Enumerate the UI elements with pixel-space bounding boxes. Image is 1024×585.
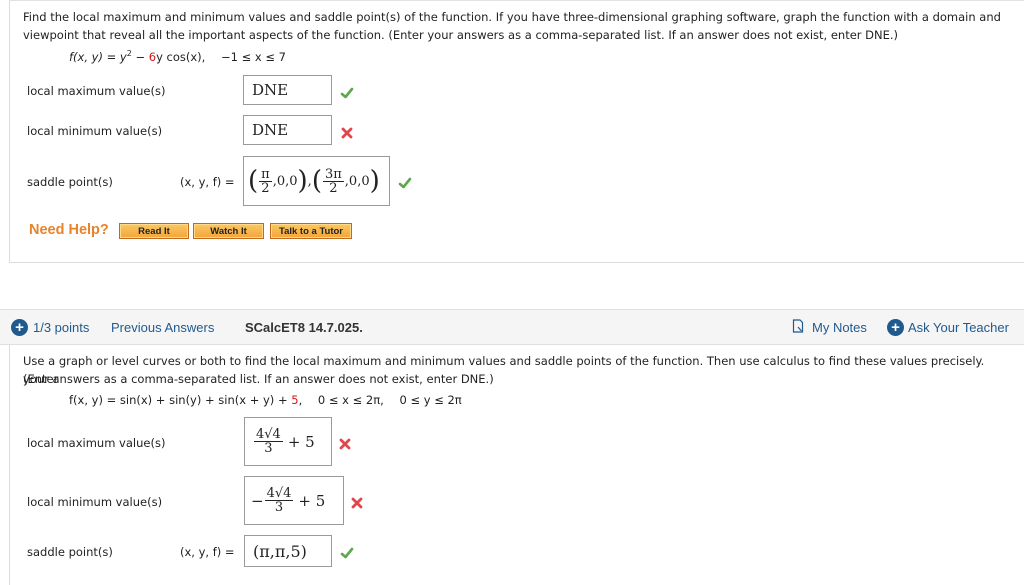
- paren: (: [311, 166, 322, 196]
- cross-icon: [340, 126, 354, 140]
- check-icon: [340, 546, 354, 560]
- q2-prompt-line2: your answers as a comma-separated list. …: [23, 372, 494, 386]
- q1-formula: f(x, y) = y2 − 6y cos(x), −1 ≤ x ≤ 7: [69, 49, 286, 64]
- tail: ,0,0: [272, 173, 298, 189]
- neg-sign: −: [251, 491, 264, 510]
- q2-saddle-input[interactable]: (π,π,5): [244, 535, 332, 567]
- read-it-button[interactable]: Read It: [119, 223, 189, 239]
- check-icon: [398, 176, 412, 190]
- cross-icon: [350, 496, 364, 510]
- talk-to-tutor-button[interactable]: Talk to a Tutor: [270, 223, 352, 239]
- question-2-header: + 1/3 points Previous Answers SCalcET8 1…: [0, 309, 1024, 345]
- q1-formula-lhs: f(x, y) = y: [69, 49, 127, 64]
- q1-formula-coef: 6: [148, 49, 157, 64]
- q1-prompt-line2: viewpoint that reveal all the important …: [23, 28, 899, 42]
- tail: ,0,0: [344, 173, 370, 189]
- frac-num: 4√4: [254, 427, 283, 442]
- question-code: SCalcET8 14.7.025.: [245, 320, 363, 335]
- frac-num: 3π: [322, 166, 344, 182]
- q1-saddle-label: saddle point(s): [27, 175, 113, 189]
- my-notes-link[interactable]: My Notes: [812, 320, 867, 335]
- frac-den: 2: [329, 180, 338, 196]
- q1-formula-rest: y cos(x),: [156, 49, 206, 64]
- q2-local-max-input[interactable]: 4√4 3 + 5: [244, 417, 332, 466]
- paren: ): [297, 166, 308, 196]
- q2-formula-dy: 0 ≤ y ≤ 2π: [399, 393, 462, 407]
- frac-den: 3: [264, 441, 273, 456]
- q2-formula-lhs: f(x, y) = sin(x) + sin(y) + sin(x + y) +: [69, 393, 292, 407]
- frac-den: 2: [261, 180, 270, 196]
- fraction: π2: [259, 168, 272, 195]
- q1-formula-minus: −: [131, 49, 149, 64]
- q1-local-max-input[interactable]: DNE: [243, 75, 332, 105]
- q1-local-min-input[interactable]: DNE: [243, 115, 332, 145]
- ask-teacher-plus-icon[interactable]: +: [887, 319, 904, 336]
- points-label: 1/3 points: [33, 320, 90, 335]
- q2-local-min-label: local minimum value(s): [27, 495, 163, 509]
- need-help-label: Need Help?: [29, 222, 109, 238]
- cross-icon: [338, 437, 352, 451]
- watch-it-button[interactable]: Watch It: [193, 223, 264, 239]
- plus-term: + 5: [287, 432, 315, 451]
- q1-local-min-label: local minimum value(s): [27, 124, 163, 138]
- fraction: 4√4 3: [264, 486, 294, 515]
- check-icon: [340, 86, 354, 100]
- q2-formula-dx: 0 ≤ x ≤ 2π,: [317, 393, 384, 407]
- paren: (: [248, 166, 259, 196]
- ask-your-teacher-link[interactable]: Ask Your Teacher: [908, 320, 1009, 335]
- fraction: 3π 2: [322, 166, 344, 196]
- paren: ): [369, 166, 380, 196]
- expand-plus-icon[interactable]: +: [11, 319, 28, 336]
- previous-answers-link[interactable]: Previous Answers: [111, 320, 214, 335]
- plus-term: + 5: [298, 491, 326, 510]
- frac-num: 4√4: [264, 486, 294, 501]
- fraction: 4√4 3: [254, 428, 283, 455]
- q1-formula-domain: −1 ≤ x ≤ 7: [220, 49, 286, 64]
- frac-den: 3: [274, 500, 284, 515]
- q1-prompt-line1: Find the local maximum and minimum value…: [23, 10, 1001, 24]
- q1-local-max-label: local maximum value(s): [27, 84, 166, 98]
- q1-saddle-prefix: (x, y, f) =: [180, 175, 235, 189]
- q2-saddle-label: saddle point(s): [27, 545, 113, 559]
- q2-formula-comma: ,: [298, 393, 303, 407]
- q2-formula-const: 5: [291, 393, 299, 407]
- frac-num: π: [259, 166, 272, 182]
- q2-formula: f(x, y) = sin(x) + sin(y) + sin(x + y) +…: [69, 393, 462, 407]
- q2-local-max-label: local maximum value(s): [27, 436, 166, 450]
- q1-saddle-input[interactable]: ( π2 ,0,0 ),( 3π 2 ,0,0 ): [243, 156, 390, 206]
- notes-icon: [792, 319, 804, 336]
- q2-saddle-prefix: (x, y, f) =: [180, 545, 235, 559]
- q2-local-min-input[interactable]: − 4√4 3 + 5: [244, 476, 344, 525]
